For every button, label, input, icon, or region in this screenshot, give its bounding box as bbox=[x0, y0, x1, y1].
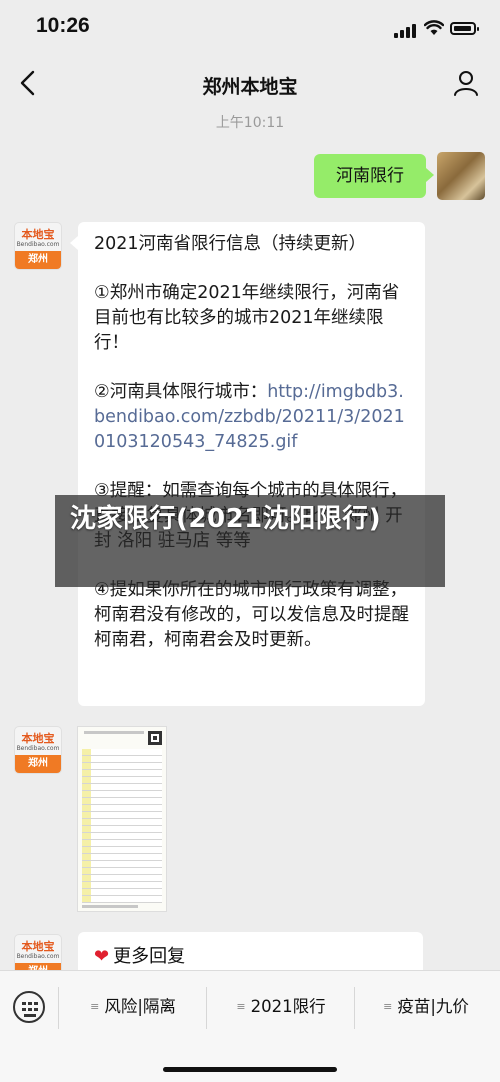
info-paragraph-2-prefix: ②河南具体限行城市： bbox=[94, 382, 268, 402]
account-avatar[interactable]: 本地宝 Bendibao.com 郑州 bbox=[14, 726, 62, 774]
info-paragraph-1: ①郑州市确定2021年继续限行，河南省目前也有比较多的城市2021年继续限行！ bbox=[94, 283, 400, 353]
chat-title: 郑州本地宝 bbox=[202, 76, 298, 98]
status-bar: 10:26 bbox=[0, 0, 500, 56]
more-reply-text: 更多回复 bbox=[113, 946, 186, 967]
avatar-logo-text: 本地宝 bbox=[21, 228, 55, 241]
image-footer-line bbox=[82, 905, 138, 908]
account-avatar[interactable]: 本地宝 Bendibao.com 郑州 bbox=[14, 222, 62, 270]
menu-divider bbox=[58, 987, 59, 1029]
menu-divider bbox=[354, 987, 355, 1029]
menu-item-vaccine[interactable]: ≡ 疫苗|九价 bbox=[356, 985, 496, 1029]
avatar-site-text: Bendibao.com bbox=[16, 745, 60, 752]
menu-divider bbox=[206, 987, 207, 1029]
info-paragraph-4: ④提如果你所在的城市限行政策有调整，柯南君没有修改的，可以发信息及时提醒柯南君，… bbox=[94, 580, 409, 650]
avatar-site-text: Bendibao.com bbox=[16, 953, 60, 960]
menu-item-label: 疫苗|九价 bbox=[397, 997, 469, 1016]
image-header-line bbox=[84, 731, 144, 734]
menu-lines-icon: ≡ bbox=[236, 1000, 246, 1013]
bottom-menu-bar: ≡ 风险|隔离 ≡ 2021限行 ≡ 疫苗|九价 bbox=[0, 970, 500, 1082]
profile-icon[interactable] bbox=[452, 69, 480, 97]
menu-item-traffic-restriction[interactable]: ≡ 2021限行 bbox=[208, 985, 354, 1029]
status-time: 10:26 bbox=[36, 14, 90, 37]
home-indicator bbox=[163, 1067, 337, 1072]
menu-lines-icon: ≡ bbox=[90, 1000, 100, 1013]
caption-overlay-text: 沈家限行(2021沈阳限行) bbox=[70, 504, 382, 534]
image-message-thumbnail[interactable] bbox=[77, 726, 167, 912]
user-avatar[interactable] bbox=[437, 152, 485, 200]
image-table bbox=[82, 749, 162, 903]
menu-item-label: 2021限行 bbox=[250, 997, 326, 1016]
avatar-city-label: 郑州 bbox=[15, 251, 61, 269]
avatar-logo-text: 本地宝 bbox=[21, 732, 55, 745]
avatar-city-label: 郑州 bbox=[15, 755, 61, 773]
sent-message-bubble[interactable]: 河南限行 bbox=[314, 154, 434, 198]
heart-icon: ❤ bbox=[94, 946, 110, 967]
menu-lines-icon: ≡ bbox=[383, 1000, 393, 1013]
avatar-site-text: Bendibao.com bbox=[16, 241, 60, 248]
message-timestamp: 上午10:11 bbox=[215, 115, 285, 131]
chat-header: 郑州本地宝 bbox=[0, 56, 500, 112]
info-heading: 2021河南省限行信息（持续更新） bbox=[94, 234, 367, 254]
avatar-logo-text: 本地宝 bbox=[21, 940, 55, 953]
wifi-icon bbox=[424, 20, 444, 35]
keyboard-icon[interactable] bbox=[13, 991, 45, 1023]
menu-item-label: 风险|隔离 bbox=[104, 997, 176, 1016]
signal-icon bbox=[394, 24, 418, 38]
info-message-bubble[interactable]: 2021河南省限行信息（持续更新） ①郑州市确定2021年继续限行，河南省目前也… bbox=[70, 222, 425, 706]
info-paragraph-2: ②河南具体限行城市：http://imgbdb3.bendibao.com/zz… bbox=[94, 380, 409, 455]
battery-icon bbox=[450, 22, 479, 35]
menu-item-risk-isolation[interactable]: ≡ 风险|隔离 bbox=[60, 985, 206, 1029]
qr-code-icon bbox=[148, 731, 162, 745]
